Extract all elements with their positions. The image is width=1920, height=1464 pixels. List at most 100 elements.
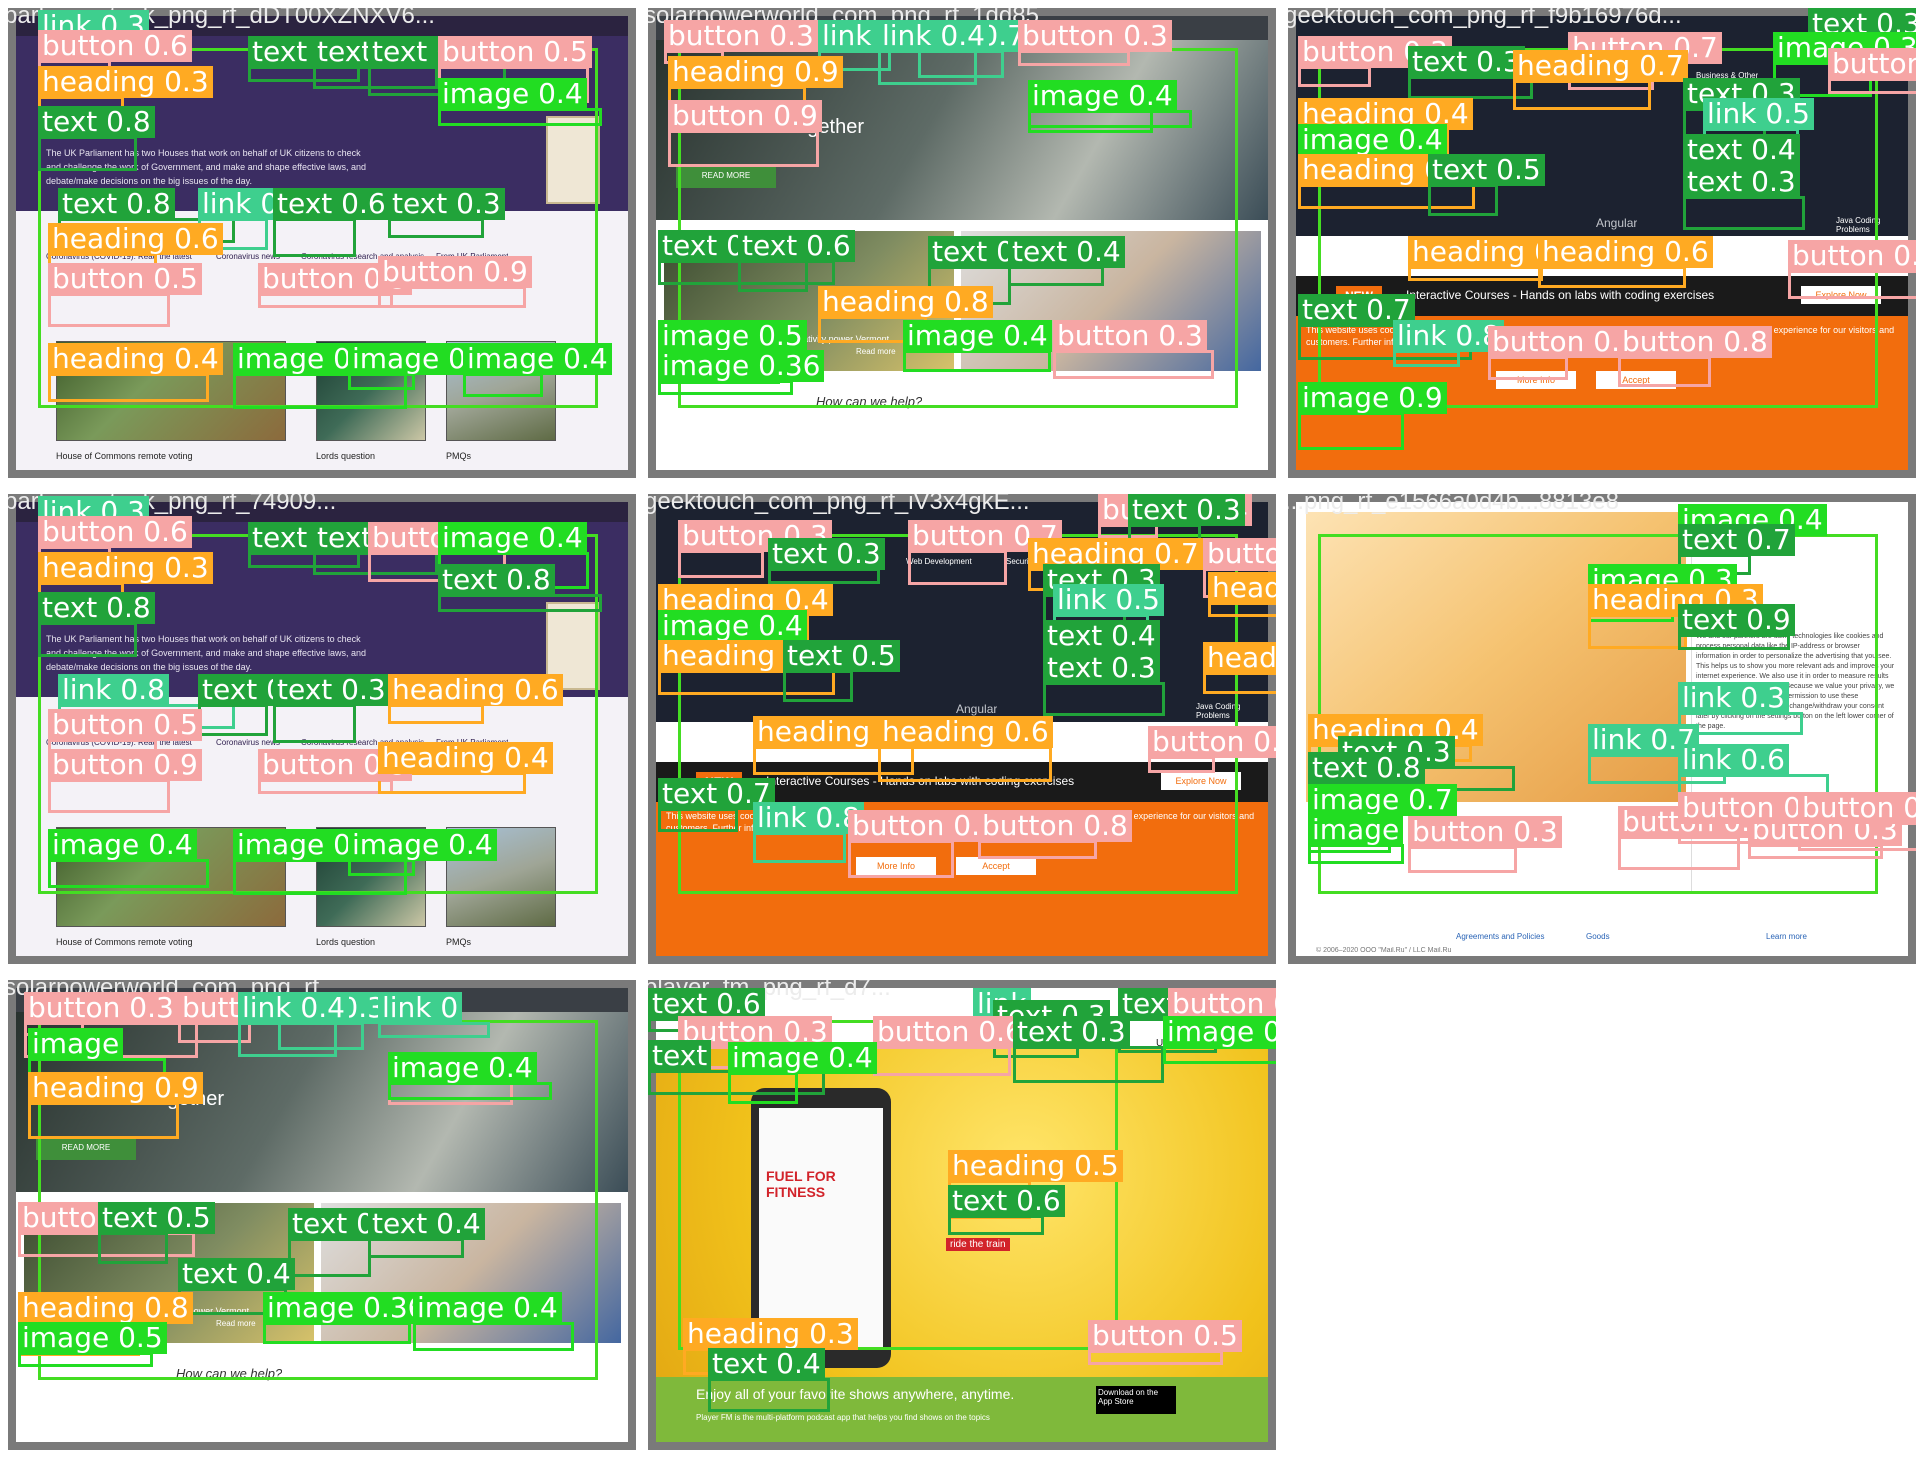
detection-box-heading	[1588, 614, 1687, 649]
detection-box-image	[18, 1352, 153, 1367]
detection-label-text: text 0.4	[1008, 236, 1125, 268]
detection-box-button	[1298, 66, 1371, 87]
detection-label-text: text 0.4	[1043, 620, 1160, 652]
detection-label-image: image 0.36	[658, 350, 825, 382]
detection-label-button: button 0.9	[668, 100, 822, 132]
detection-label-button: button 0.3	[1408, 816, 1562, 848]
detection-box-text	[658, 808, 738, 832]
app-store-button[interactable]: Download on the App Store	[1096, 1386, 1176, 1414]
detection-label-button: button 0.3	[24, 992, 178, 1024]
detection-label-link: link 0.8	[58, 674, 169, 706]
detection-label-text: text 0.4	[178, 1258, 295, 1290]
detection-box-image	[348, 373, 415, 390]
detection-label-link: link 0.6	[1678, 744, 1789, 776]
detection-label-text: text 0.3	[1683, 166, 1800, 198]
detection-label-heading: heading 0.8	[18, 1292, 193, 1324]
detection-box-image	[1298, 412, 1404, 450]
screenshot-tile: UK ParliamentThe UK Parliament has two H…	[8, 8, 636, 478]
tile-filename: geektouch_com_png_rf_f9b16976d...	[1288, 8, 1682, 29]
screenshot-tile: UK ParliamentThe UK Parliament has two H…	[8, 494, 636, 964]
screenshot-tile: We're in this togetherREAD MOREPanasonic…	[648, 8, 1276, 478]
detection-label-heading: heading 0.7	[1513, 50, 1688, 82]
lords-caption[interactable]: Lords question	[316, 937, 375, 947]
detection-label-text: text 0.5	[98, 1202, 215, 1234]
detection-box-text	[738, 260, 808, 292]
detection-label-heading: heading 0.8	[818, 286, 993, 318]
detection-label-button: button 0.6	[38, 516, 192, 548]
detection-label-button: button 0.8	[1148, 726, 1276, 758]
detection-box-link	[878, 50, 977, 85]
detection-label-text: text 0.8	[58, 188, 175, 220]
screenshot-tile: We're in this togetherREAD MOREPanasonic…	[8, 980, 636, 1450]
detection-label-image: image 0.5	[18, 1322, 167, 1354]
detection-box-button	[1408, 846, 1517, 873]
detection-label-button: button 0.3	[664, 20, 818, 52]
detection-label-button: button 0.6	[38, 30, 192, 62]
detection-label-heading: heading 0.9	[668, 56, 843, 88]
detection-box-text	[98, 1232, 168, 1264]
detection-box-heading	[1513, 80, 1651, 110]
detection-label-text: text 0.6	[273, 188, 390, 220]
goods-link[interactable]: Goods	[1586, 932, 1610, 941]
detection-grid: UK ParliamentThe UK Parliament has two H…	[0, 0, 1920, 1464]
detection-box-text	[368, 1238, 464, 1258]
detection-box-link	[753, 832, 846, 863]
search-bar	[656, 446, 1268, 470]
detection-label-text: text 0.3	[388, 188, 505, 220]
detection-box-button	[1488, 356, 1568, 380]
detection-label-heading: heading 0.9	[28, 1072, 203, 1104]
agreements-link[interactable]: Agreements and Policies	[1456, 932, 1545, 941]
detection-box-image	[1028, 110, 1192, 128]
detection-label-heading: heading 0.6	[878, 716, 1053, 748]
detection-label-image: image 0.4	[388, 1052, 537, 1084]
detection-box-image	[728, 1072, 798, 1104]
detection-label-button: button 0.5	[438, 36, 592, 68]
detection-label-button: button 0.5	[48, 263, 202, 295]
detection-box-text	[768, 568, 880, 584]
detection-label-image: image	[1308, 814, 1404, 846]
detection-label-heading: heading 0.3	[683, 1318, 858, 1350]
search-bar	[16, 1418, 628, 1442]
detection-box-button	[1148, 756, 1215, 773]
detection-box-image	[438, 108, 602, 126]
detection-box-text	[1043, 682, 1165, 716]
detection-box-button	[1828, 78, 1916, 94]
detection-box-button	[258, 293, 393, 308]
detection-label-button: button 0.7	[1788, 240, 1916, 272]
tile-filename: geektouch_com_png_rf_iV3x4gkE...	[648, 494, 1030, 515]
commons-caption[interactable]: House of Commons remote voting	[56, 451, 193, 461]
detection-label-text: text 0.3	[1408, 46, 1525, 78]
detection-box-image	[263, 1322, 411, 1344]
detection-label-text: text 0.8	[1308, 752, 1425, 784]
detection-box-image	[413, 1322, 574, 1351]
detection-label-text: text 0.8	[438, 564, 555, 596]
lords-caption[interactable]: Lords question	[316, 451, 375, 461]
detection-label-text: text 0.3	[1013, 1016, 1130, 1048]
detection-box-text	[38, 622, 137, 657]
detection-box-image	[903, 350, 1051, 372]
detection-label-text: text 0.3	[1043, 652, 1160, 684]
tile-filename: ...png_rf_e1566a0d4b...8813e8	[1288, 494, 1619, 515]
detection-box-text	[783, 670, 853, 702]
learn-more-link[interactable]: Learn more	[1766, 932, 1807, 941]
detection-label-image: image 0.4	[348, 829, 497, 861]
detection-label-image: image 0.4	[658, 610, 807, 642]
commons-caption[interactable]: House of Commons remote voting	[56, 937, 193, 947]
detection-box-heading	[1208, 602, 1276, 617]
detection-label-text: text 0.5	[783, 640, 900, 672]
detection-label-text: text 0.9	[1678, 604, 1795, 636]
detection-box-heading	[48, 373, 209, 402]
detection-box-link	[1393, 350, 1460, 367]
detection-box-button	[908, 550, 1007, 585]
footer-text: Player FM is the multi-platform podcast …	[696, 1413, 990, 1422]
pmqs-caption[interactable]: PMQs	[446, 937, 471, 947]
detection-label-heading: heading 0.3	[38, 66, 213, 98]
detection-box-link	[378, 1022, 490, 1038]
detection-label-text: text 0.6	[738, 230, 855, 262]
detection-label-image: image 0.4	[413, 1292, 562, 1324]
detection-box-text	[948, 1215, 1044, 1235]
pmqs-caption[interactable]: PMQs	[446, 451, 471, 461]
detection-label-button: button 0.5	[1088, 1320, 1242, 1352]
screenshot-tile: Web DevelopmentSecurityBusiness & OtherA…	[1288, 8, 1916, 478]
detection-box-button	[1018, 50, 1130, 66]
